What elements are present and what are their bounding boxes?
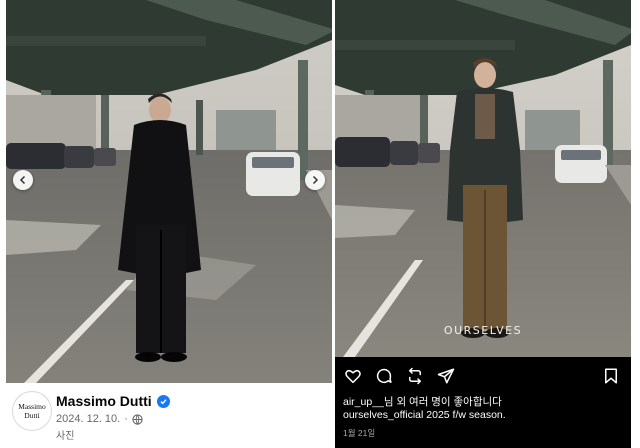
next-photo-button[interactable] (305, 170, 325, 190)
comment-icon (376, 368, 392, 384)
globe-icon (132, 413, 143, 425)
facebook-post: Massimo Dutti Massimo Dutti 2024. 12. 10… (6, 0, 332, 448)
brand-overlay-text: OURSELVES (443, 324, 523, 337)
repost-button[interactable] (405, 366, 425, 386)
caption: ourselves_official 2025 f/w season. (343, 409, 506, 421)
bookmark-icon (605, 368, 617, 384)
caption-username[interactable]: ourselves_official (343, 409, 423, 421)
post-footer: air_up__님 외 여러 명이 좋아합니다 ourselves_offici… (335, 357, 631, 448)
post-timestamp: 1월 21일 (343, 428, 376, 438)
post-header: Massimo Dutti Massimo Dutti 2024. 12. 10… (6, 383, 332, 448)
like-button[interactable] (343, 366, 363, 386)
liker-username[interactable]: air_up__ (343, 396, 384, 408)
repost-icon (409, 367, 421, 385)
instagram-post: OURSELVES air_up__님 외 여러 명이 좋아합니다 oursel… (335, 0, 631, 448)
likes-suffix: 님 외 여러 명이 좋아합니다 (383, 396, 502, 408)
post-photo[interactable] (6, 0, 332, 383)
avatar-logo: Massimo Dutti (18, 402, 46, 420)
likes-summary[interactable]: air_up__님 외 여러 명이 좋아합니다 (343, 394, 502, 409)
street-photo-man-in-black-coat (6, 0, 332, 383)
post-date[interactable]: 2024. 12. 10. (56, 413, 120, 425)
page-name-link[interactable]: Massimo Dutti (56, 393, 152, 409)
share-icon (437, 368, 455, 384)
heart-icon (345, 369, 361, 384)
meta-separator: · (124, 413, 128, 425)
page-name-row: Massimo Dutti (56, 393, 170, 409)
comment-button[interactable] (374, 366, 394, 386)
verified-badge-icon (156, 394, 170, 408)
post-type-label: 사진 (56, 431, 75, 442)
share-button[interactable] (436, 366, 456, 386)
chevron-left-icon (19, 175, 26, 185)
street-photo-man-in-peacoat (335, 0, 631, 357)
post-meta: 2024. 12. 10. · (56, 413, 143, 425)
caption-text: 2025 f/w season. (423, 409, 506, 421)
action-bar (343, 366, 456, 386)
chevron-right-icon (312, 175, 319, 185)
post-photo[interactable] (335, 0, 631, 357)
previous-photo-button[interactable] (13, 170, 33, 190)
save-button[interactable] (601, 366, 621, 386)
page-avatar[interactable]: Massimo Dutti (12, 391, 52, 431)
